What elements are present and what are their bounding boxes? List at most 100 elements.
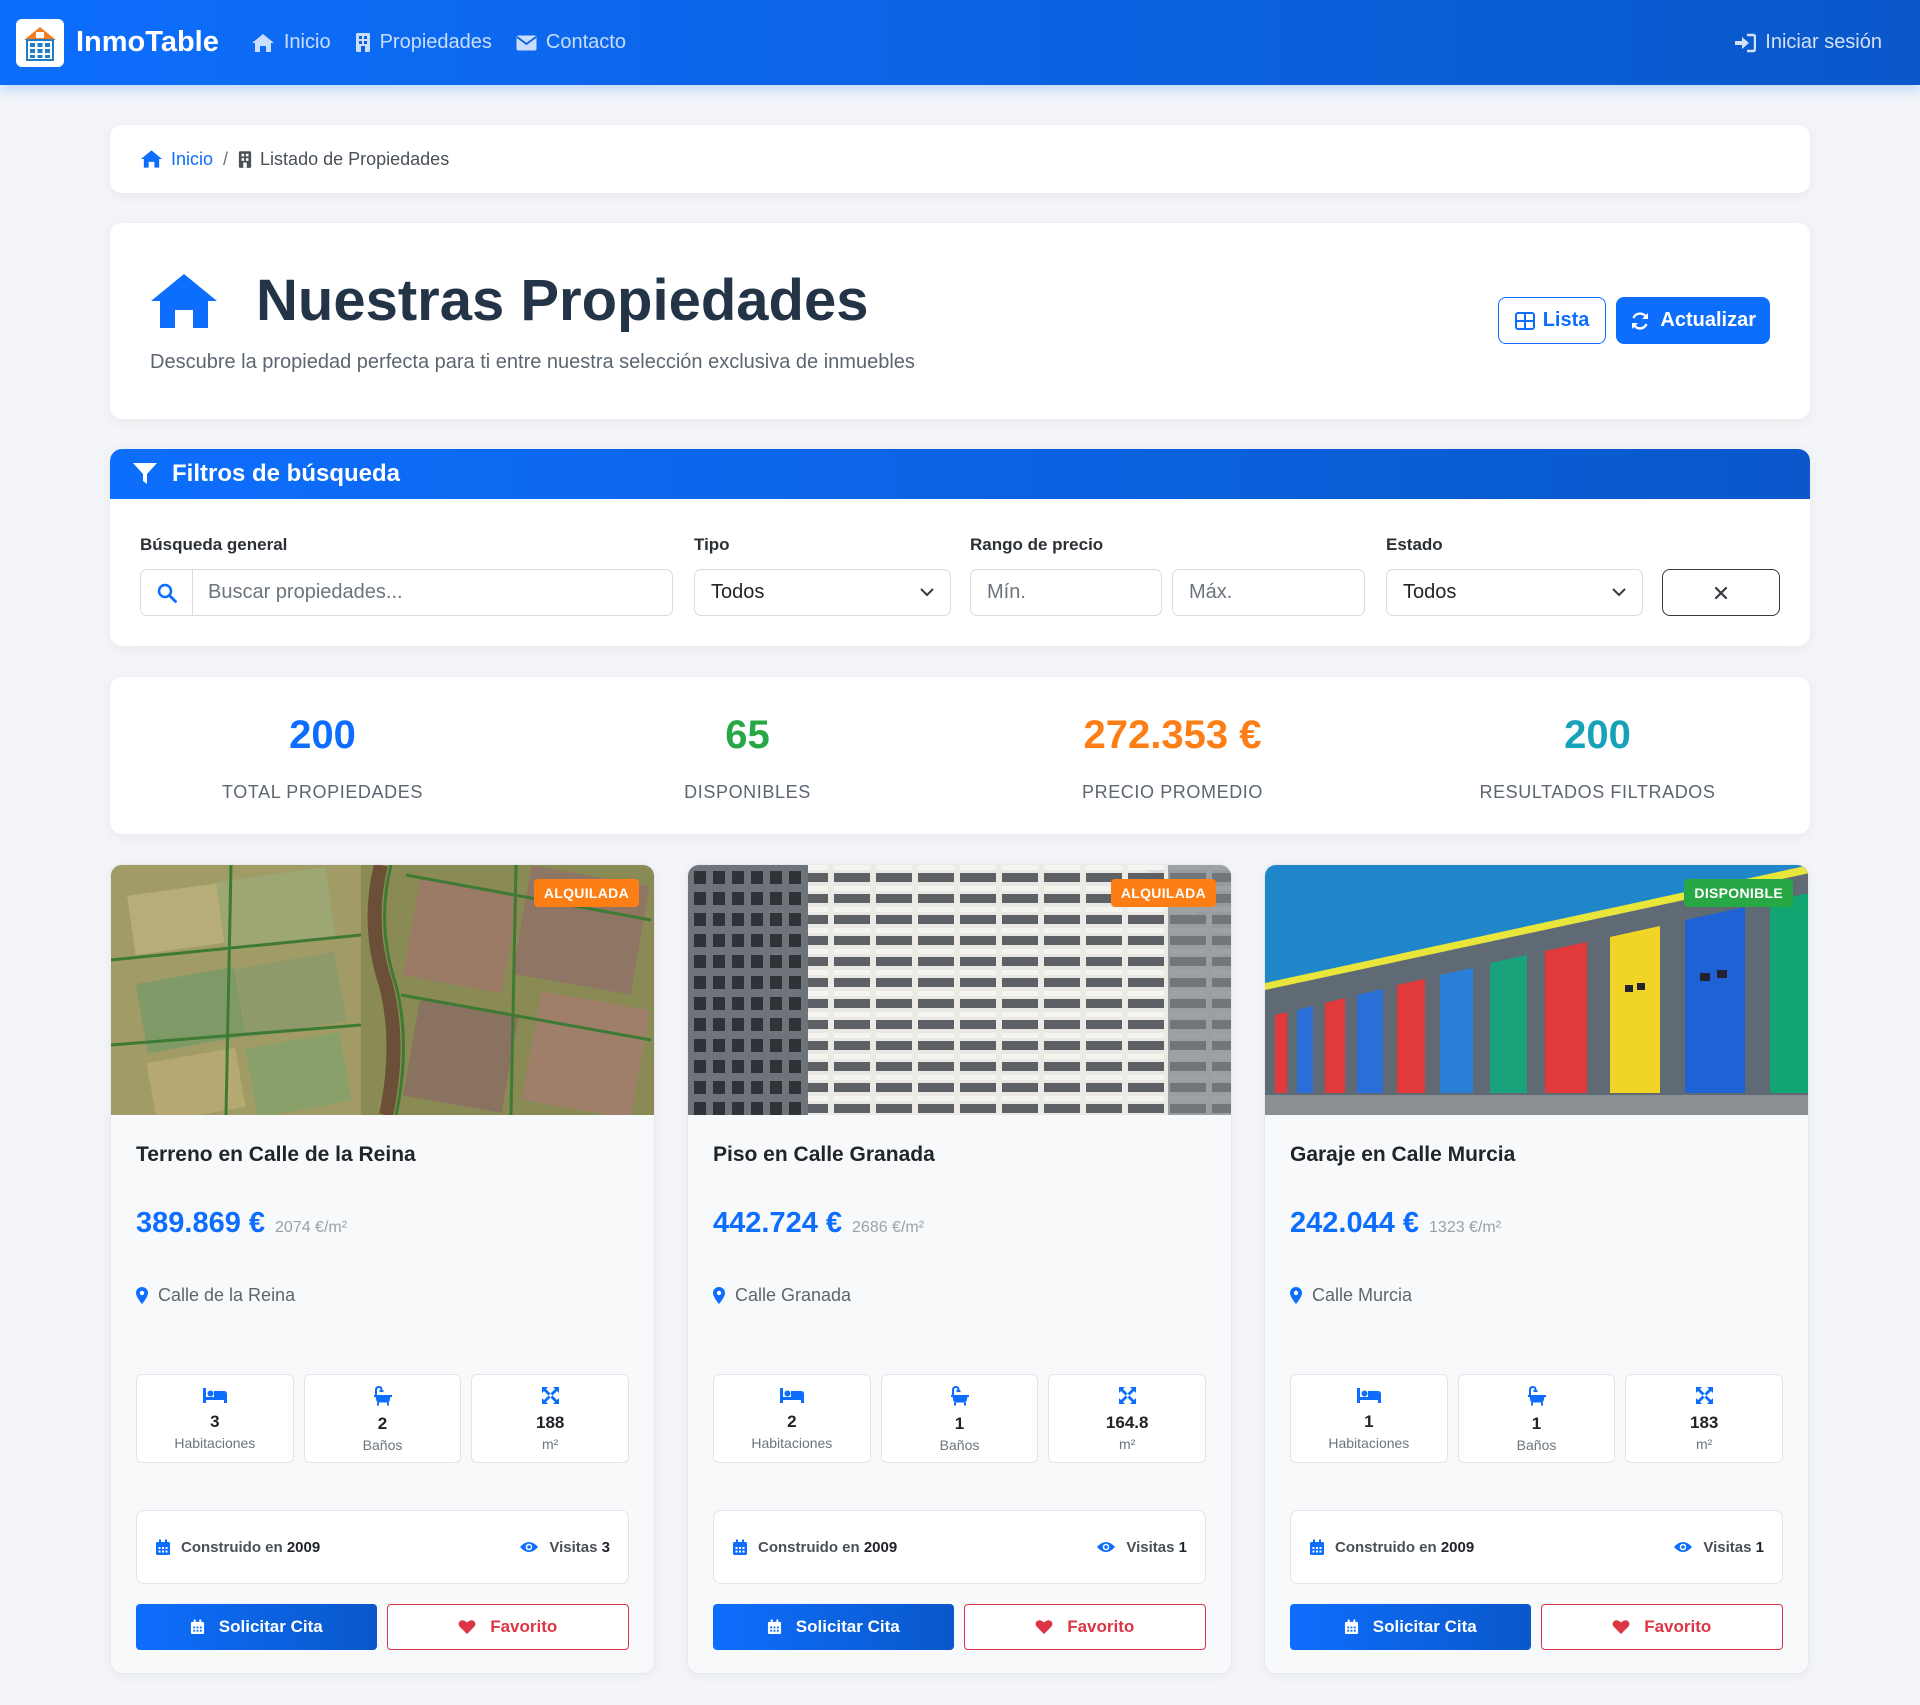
feature-label: m² bbox=[542, 1436, 559, 1452]
feature-value: 1 bbox=[1531, 1414, 1542, 1433]
list-view-button[interactable]: Lista bbox=[1497, 297, 1607, 344]
expand-arrows-icon bbox=[1695, 1387, 1713, 1404]
home-icon bbox=[140, 150, 163, 168]
price-min-placeholder: Mín. bbox=[987, 581, 1026, 603]
feature-value: 1 bbox=[954, 1414, 965, 1433]
price-per-m2: 1323 €/m² bbox=[1429, 1219, 1502, 1236]
heart-icon bbox=[458, 1620, 476, 1634]
filters-header: Filtros de búsqueda bbox=[110, 449, 1810, 499]
page-title: Nuestras Propiedades bbox=[256, 268, 869, 333]
feature-label: Baños bbox=[939, 1437, 980, 1453]
brand-logo-icon bbox=[16, 18, 64, 67]
list-view-label: Lista bbox=[1542, 309, 1590, 331]
type-label: Tipo bbox=[694, 535, 730, 554]
built-label: Construido en bbox=[1335, 1538, 1437, 1556]
breadcrumb-home[interactable]: Inicio bbox=[140, 149, 213, 170]
property-title[interactable]: Garaje en Calle Murcia bbox=[1290, 1143, 1515, 1167]
visits-value: 1 bbox=[1755, 1538, 1764, 1556]
filter-icon bbox=[133, 463, 157, 484]
feature-label: m² bbox=[1119, 1436, 1136, 1452]
stat-label: PRECIO PROMEDIO bbox=[1081, 782, 1264, 802]
calendar-icon bbox=[767, 1619, 781, 1635]
map-marker-icon bbox=[713, 1287, 725, 1304]
property-image[interactable]: ALQUILADA bbox=[111, 865, 654, 1115]
feature-value: 164.8 bbox=[1105, 1413, 1149, 1432]
bath-icon bbox=[1527, 1386, 1546, 1406]
request-appointment-button[interactable]: Solicitar Cita bbox=[136, 1604, 377, 1650]
page-subtitle: Descubre la propiedad perfecta para ti e… bbox=[150, 351, 915, 373]
status-select[interactable]: Todos bbox=[1386, 569, 1643, 616]
price-value: 389.869 € bbox=[136, 1207, 266, 1239]
clear-filters-button[interactable] bbox=[1662, 569, 1780, 616]
feature-value: 3 bbox=[210, 1412, 220, 1431]
property-image[interactable]: DISPONIBLE bbox=[1265, 865, 1808, 1115]
feature-value: 2 bbox=[377, 1414, 388, 1433]
login-link[interactable]: Iniciar sesión bbox=[1734, 31, 1882, 54]
favorite-label: Favorito bbox=[1067, 1617, 1135, 1636]
status-badge: ALQUILADA bbox=[1110, 879, 1216, 907]
feature-rooms: 2 Habitaciones bbox=[713, 1374, 871, 1463]
favorite-button[interactable]: Favorito bbox=[1540, 1604, 1783, 1650]
calendar-icon bbox=[156, 1539, 170, 1555]
appointment-label: Solicitar Cita bbox=[1372, 1617, 1477, 1636]
stat-value: 65 bbox=[725, 713, 770, 757]
feature-label: Habitaciones bbox=[174, 1435, 256, 1451]
type-select[interactable]: Todos bbox=[694, 569, 951, 616]
status-badge: ALQUILADA bbox=[533, 879, 639, 907]
nav-link-propiedades[interactable]: Propiedades bbox=[355, 31, 492, 54]
eye-icon bbox=[520, 1542, 539, 1552]
favorite-button[interactable]: Favorito bbox=[963, 1604, 1206, 1650]
brand[interactable]: InmoTable bbox=[16, 18, 219, 67]
property-image[interactable]: ALQUILADA bbox=[688, 865, 1231, 1115]
expand-arrows-icon bbox=[1118, 1387, 1136, 1404]
price-label: Rango de precio bbox=[970, 535, 1104, 554]
nav-link-inicio[interactable]: Inicio bbox=[251, 31, 331, 54]
feature-label: Baños bbox=[1516, 1437, 1557, 1453]
price-max-input[interactable]: Máx. bbox=[1172, 569, 1365, 616]
eye-icon bbox=[1674, 1542, 1693, 1552]
breadcrumb-separator: / bbox=[223, 148, 229, 169]
nav-link-contacto[interactable]: Contacto bbox=[516, 31, 626, 54]
favorite-button[interactable]: Favorito bbox=[386, 1604, 629, 1650]
location-label: Calle de la Reina bbox=[158, 1285, 296, 1305]
visits-value: 1 bbox=[1178, 1538, 1187, 1556]
property-card[interactable]: DISPONIBLE Garaje en Calle Murcia 242.04… bbox=[1264, 864, 1809, 1674]
stats-panel: 200 TOTAL PROPIEDADES 65 DISPONIBLES 272… bbox=[110, 677, 1810, 834]
nav-link-label: Contacto bbox=[545, 31, 626, 53]
close-icon bbox=[1714, 586, 1728, 599]
property-price: 389.869 € 2074 €/m² bbox=[136, 1207, 347, 1240]
location-label: Calle Murcia bbox=[1312, 1285, 1413, 1305]
refresh-button[interactable]: Actualizar bbox=[1616, 297, 1770, 344]
built-year: Construido en 2009 bbox=[155, 1539, 320, 1556]
search-icon bbox=[157, 583, 177, 603]
price-min-input[interactable]: Mín. bbox=[970, 569, 1162, 616]
search-input[interactable]: Buscar propiedades... bbox=[140, 569, 673, 616]
feature-value: 2 bbox=[787, 1412, 797, 1431]
request-appointment-button[interactable]: Solicitar Cita bbox=[713, 1604, 954, 1650]
search-icon-box bbox=[141, 570, 193, 615]
built-year: Construido en 2009 bbox=[732, 1539, 897, 1556]
property-card[interactable]: ALQUILADA Piso en Calle Granada 442.724 … bbox=[687, 864, 1232, 1674]
price-per-m2: 2686 €/m² bbox=[852, 1219, 925, 1236]
calendar-icon bbox=[733, 1539, 747, 1555]
stat-value: 272.353 € bbox=[1083, 713, 1262, 757]
bed-icon bbox=[1356, 1388, 1381, 1403]
property-card[interactable]: ALQUILADA Terreno en Calle de la Reina 3… bbox=[110, 864, 655, 1674]
request-appointment-button[interactable]: Solicitar Cita bbox=[1290, 1604, 1531, 1650]
login-label: Iniciar sesión bbox=[1765, 31, 1882, 53]
feature-area: 164.8 m² bbox=[1048, 1374, 1207, 1463]
favorite-label: Favorito bbox=[490, 1617, 558, 1636]
stat-total: 200 TOTAL PROPIEDADES bbox=[110, 677, 535, 834]
visits-value: 3 bbox=[601, 1538, 610, 1556]
property-meta: Construido en 2009 Visitas 1 bbox=[713, 1510, 1206, 1584]
feature-baths: 1 Baños bbox=[880, 1374, 1039, 1463]
heart-icon bbox=[1035, 1620, 1053, 1634]
refresh-label: Actualizar bbox=[1660, 309, 1756, 331]
chevron-down-icon bbox=[1612, 588, 1626, 597]
property-title[interactable]: Terreno en Calle de la Reina bbox=[136, 1143, 416, 1167]
feature-value: 1 bbox=[1364, 1412, 1374, 1431]
feature-area: 183 m² bbox=[1625, 1374, 1784, 1463]
calendar-icon bbox=[190, 1619, 204, 1635]
stat-label: TOTAL PROPIEDADES bbox=[222, 782, 423, 802]
property-title[interactable]: Piso en Calle Granada bbox=[713, 1143, 935, 1167]
